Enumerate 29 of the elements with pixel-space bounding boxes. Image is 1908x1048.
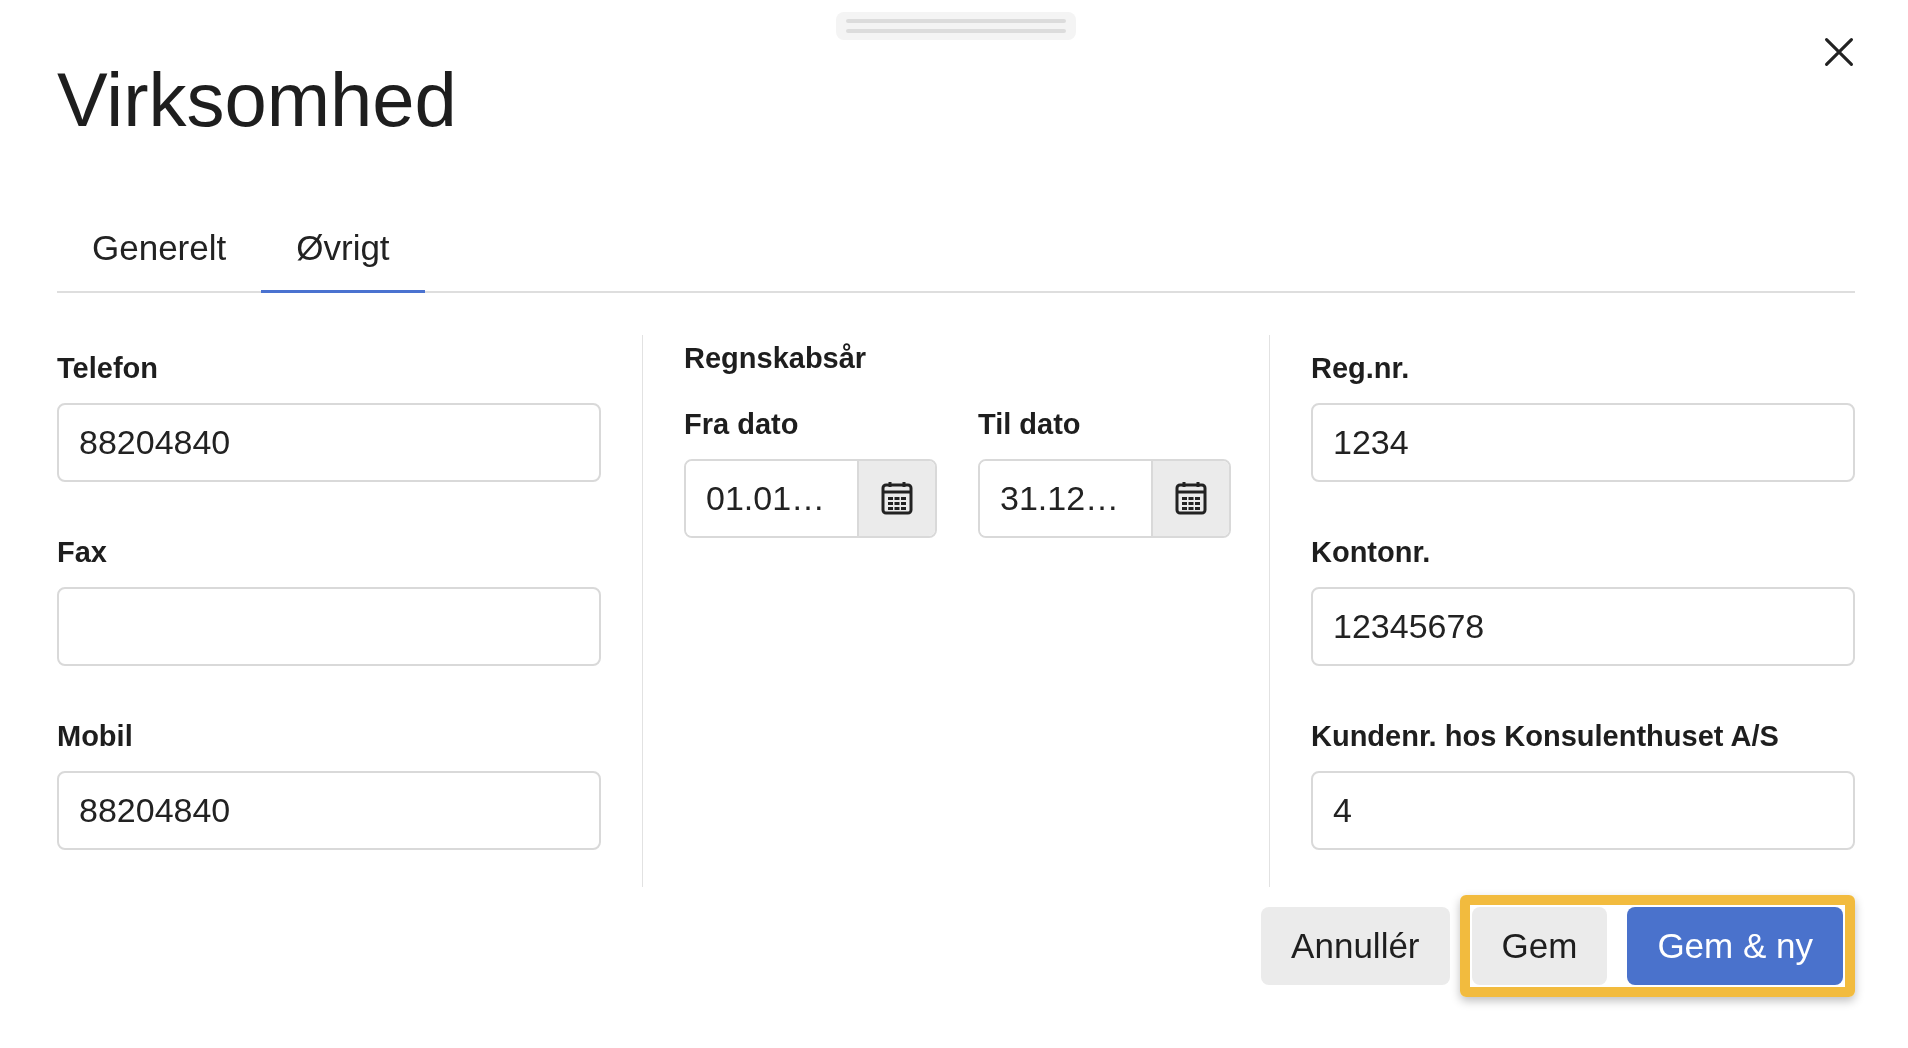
close-button[interactable] (1823, 36, 1855, 68)
field-label: Telefon (57, 353, 159, 385)
input-field[interactable] (57, 586, 601, 666)
input-field[interactable]: 1234 (1311, 402, 1855, 482)
field-label: Reg.nr. (1311, 353, 1411, 385)
calendar-button[interactable] (1151, 460, 1229, 536)
calendar-button[interactable] (857, 460, 935, 536)
input-field[interactable]: 12345678 (1311, 586, 1855, 666)
tab[interactable]: Generelt (57, 228, 262, 293)
action-button[interactable]: Gem (1471, 907, 1608, 985)
date-field[interactable]: 31.12… (978, 458, 1231, 538)
drag-handle[interactable] (836, 12, 1076, 40)
dialog-title: Virksomhed (57, 62, 457, 138)
field-label: Til dato (978, 408, 1082, 441)
section-heading: Regnskabsår (684, 343, 868, 375)
field-label: Fra dato (684, 408, 800, 441)
input-field[interactable]: 4 (1311, 770, 1855, 850)
save-and-new-button[interactable]: Gem & ny (1627, 907, 1843, 985)
input-field[interactable]: 88204840 (57, 402, 601, 482)
calendar-icon (1175, 481, 1207, 516)
tab[interactable]: Øvrigt (261, 228, 425, 293)
field-label: Fax (57, 536, 108, 569)
calendar-icon (881, 481, 913, 516)
field-label: Kontonr. (1311, 536, 1432, 569)
field-label: Mobil (57, 720, 134, 753)
date-field[interactable]: 01.01… (684, 458, 937, 538)
input-field[interactable]: 88204840 (57, 770, 601, 850)
action-button[interactable]: Annullér (1261, 907, 1450, 985)
field-label: Kundenr. hos Konsulenthuset A/S (1311, 720, 1780, 753)
